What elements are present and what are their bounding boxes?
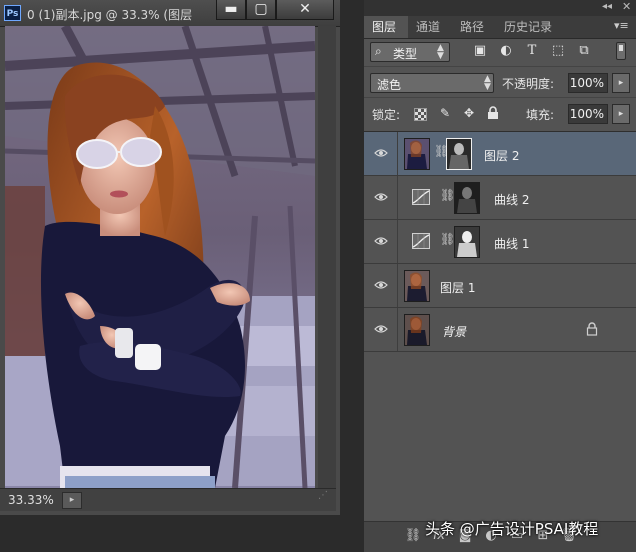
visibility-eye-icon[interactable] xyxy=(364,308,398,351)
image-filter-icon[interactable]: ▣ xyxy=(472,43,488,59)
document-canvas[interactable] xyxy=(5,26,315,488)
select-arrows-icon: ▲ ▼ xyxy=(437,43,444,61)
opacity-dropdown-button[interactable]: ▸ xyxy=(612,73,630,93)
workspace-background xyxy=(340,0,364,551)
watermark-text: 头条 @广告设计PSAI教程 xyxy=(425,520,599,538)
document-window: Ps 0 (1)副本.jpg @ 33.3% (图层 ▬ ▢ ✕ 33.33% … xyxy=(0,0,341,515)
link-layers-icon[interactable]: ⛓ xyxy=(404,528,422,546)
layer-mask-thumbnail[interactable] xyxy=(446,138,472,170)
layer-row-layer-1[interactable]: 图层 1 xyxy=(364,264,636,308)
fill-label: 填充: xyxy=(526,108,555,122)
resize-grip-icon[interactable]: ⋰ xyxy=(318,490,334,508)
link-chain-icon[interactable]: ⛓ xyxy=(440,232,455,246)
lock-all-icon[interactable] xyxy=(486,106,500,120)
panel-header-strip: ◂◂ ✕ xyxy=(364,0,636,16)
panel-tabs: 图层 通道 路径 历史记录 ▾≡ xyxy=(364,16,636,39)
tab-channels[interactable]: 通道 xyxy=(408,16,452,38)
minimize-button[interactable]: ▬ xyxy=(216,0,246,20)
layer-lock-icon xyxy=(586,322,600,336)
layer-mask-thumbnail[interactable] xyxy=(454,182,480,214)
adjustment-filter-icon[interactable]: ◐ xyxy=(498,43,514,59)
layers-panel: ◂◂ ✕ 图层 通道 路径 历史记录 ▾≡ ⌕ 类型 ▲ ▼ ▣ ◐ T ⬚ ⧉ … xyxy=(364,0,636,552)
smart-object-filter-icon[interactable]: ⧉ xyxy=(576,43,592,59)
lock-pixels-brush-icon[interactable]: ✎ xyxy=(438,106,452,120)
layer-name[interactable]: 背景 xyxy=(442,323,466,340)
visibility-eye-icon[interactable] xyxy=(364,176,398,219)
tab-history[interactable]: 历史记录 xyxy=(496,16,564,38)
document-title: 0 (1)副本.jpg @ 33.3% (图层 xyxy=(27,8,193,22)
photoshop-logo-icon: Ps xyxy=(4,5,21,21)
fill-dropdown-button[interactable]: ▸ xyxy=(612,104,630,124)
layer-row-background[interactable]: 背景 xyxy=(364,308,636,352)
layer-mask-thumbnail[interactable] xyxy=(454,226,480,258)
vertical-scrollbar[interactable] xyxy=(318,26,336,488)
search-icon: ⌕ xyxy=(375,44,382,58)
layer-filter-select[interactable]: ⌕ 类型 ▲ ▼ xyxy=(370,42,450,62)
lock-transparency-icon[interactable] xyxy=(414,108,427,121)
blend-mode-select[interactable]: 滤色 ▲ ▼ xyxy=(370,73,494,93)
blend-mode-value: 滤色 xyxy=(377,78,402,92)
layer-thumbnail[interactable] xyxy=(404,138,430,170)
curves-adjustment-icon[interactable] xyxy=(412,189,430,205)
visibility-eye-icon[interactable] xyxy=(364,132,398,175)
layer-row-curves-2[interactable]: ⛓ 曲线 2 xyxy=(364,176,636,220)
lock-row: 锁定: ✎ ✥ 填充: 100% ▸ xyxy=(364,97,636,128)
select-arrows-icon: ▲ ▼ xyxy=(484,74,491,92)
layer-name[interactable]: 曲线 1 xyxy=(494,235,529,252)
visibility-eye-icon[interactable] xyxy=(364,264,398,307)
panel-close-icon[interactable]: ✕ xyxy=(622,0,631,13)
panel-menu-icon[interactable]: ▾≡ xyxy=(614,19,629,32)
lock-position-move-icon[interactable]: ✥ xyxy=(462,106,476,120)
shape-filter-icon[interactable]: ⬚ xyxy=(550,43,566,59)
layer-filter-row: ⌕ 类型 ▲ ▼ ▣ ◐ T ⬚ ⧉ xyxy=(364,38,636,66)
filter-kind-label: 类型 xyxy=(393,47,418,61)
opacity-input[interactable]: 100% xyxy=(568,73,608,93)
document-title-bar[interactable]: Ps 0 (1)副本.jpg @ 33.3% (图层 ▬ ▢ ✕ xyxy=(0,0,340,27)
layer-name[interactable]: 曲线 2 xyxy=(494,191,529,208)
visibility-eye-icon[interactable] xyxy=(364,220,398,263)
layer-thumbnail[interactable] xyxy=(404,314,430,346)
layer-thumbnail[interactable] xyxy=(404,270,430,302)
document-status-bar: 33.33% ▸ xyxy=(0,488,336,511)
close-button[interactable]: ✕ xyxy=(276,0,334,20)
tab-layers[interactable]: 图层 xyxy=(364,16,408,38)
zoom-level[interactable]: 33.33% xyxy=(8,493,54,507)
link-chain-icon[interactable]: ⛓ xyxy=(440,188,455,202)
fill-input[interactable]: 100% xyxy=(568,104,608,124)
photo-image xyxy=(5,26,315,488)
layer-list-empty-area xyxy=(364,353,636,521)
filter-toggle-switch[interactable] xyxy=(616,42,626,60)
type-filter-icon[interactable]: T xyxy=(524,43,540,59)
layer-list: ⛓ 图层 2 ⛓ 曲线 2 ⛓ 曲线 1 图层 1 背景 xyxy=(364,131,636,354)
status-menu-icon[interactable]: ▸ xyxy=(62,492,82,509)
opacity-label: 不透明度: xyxy=(502,77,555,91)
layer-name[interactable]: 图层 2 xyxy=(484,147,519,164)
layer-row-layer-2[interactable]: ⛓ 图层 2 xyxy=(364,132,636,176)
curves-adjustment-icon[interactable] xyxy=(412,233,430,249)
tab-paths[interactable]: 路径 xyxy=(452,16,496,38)
maximize-button[interactable]: ▢ xyxy=(246,0,276,20)
lock-label: 锁定: xyxy=(372,108,401,122)
blend-row: 滤色 ▲ ▼ 不透明度: 100% ▸ xyxy=(364,66,636,97)
collapse-panel-icon[interactable]: ◂◂ xyxy=(602,1,612,12)
layer-name[interactable]: 图层 1 xyxy=(440,279,475,296)
layer-row-curves-1[interactable]: ⛓ 曲线 1 xyxy=(364,220,636,264)
